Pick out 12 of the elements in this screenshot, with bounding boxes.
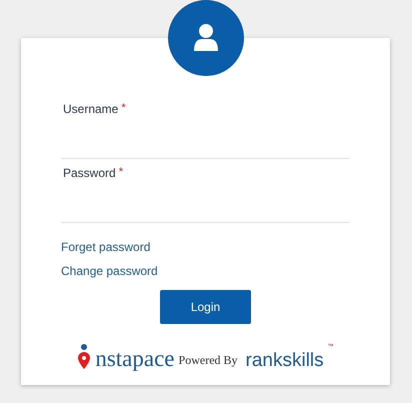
- powered-by-text: Powered By: [178, 353, 238, 368]
- field-label: Password: [63, 166, 116, 180]
- required-mark: *: [118, 166, 123, 178]
- partner-logo-text: rankskills: [246, 351, 324, 370]
- field-label: Username: [63, 102, 118, 116]
- map-pin-icon: [77, 344, 92, 370]
- user-icon: [191, 23, 221, 53]
- login-button[interactable]: Login: [160, 290, 251, 324]
- link[interactable]: Forget password: [61, 240, 150, 254]
- link[interactable]: Change password: [61, 264, 158, 278]
- logo-text: nstapace: [95, 347, 175, 370]
- required-mark: *: [121, 102, 126, 114]
